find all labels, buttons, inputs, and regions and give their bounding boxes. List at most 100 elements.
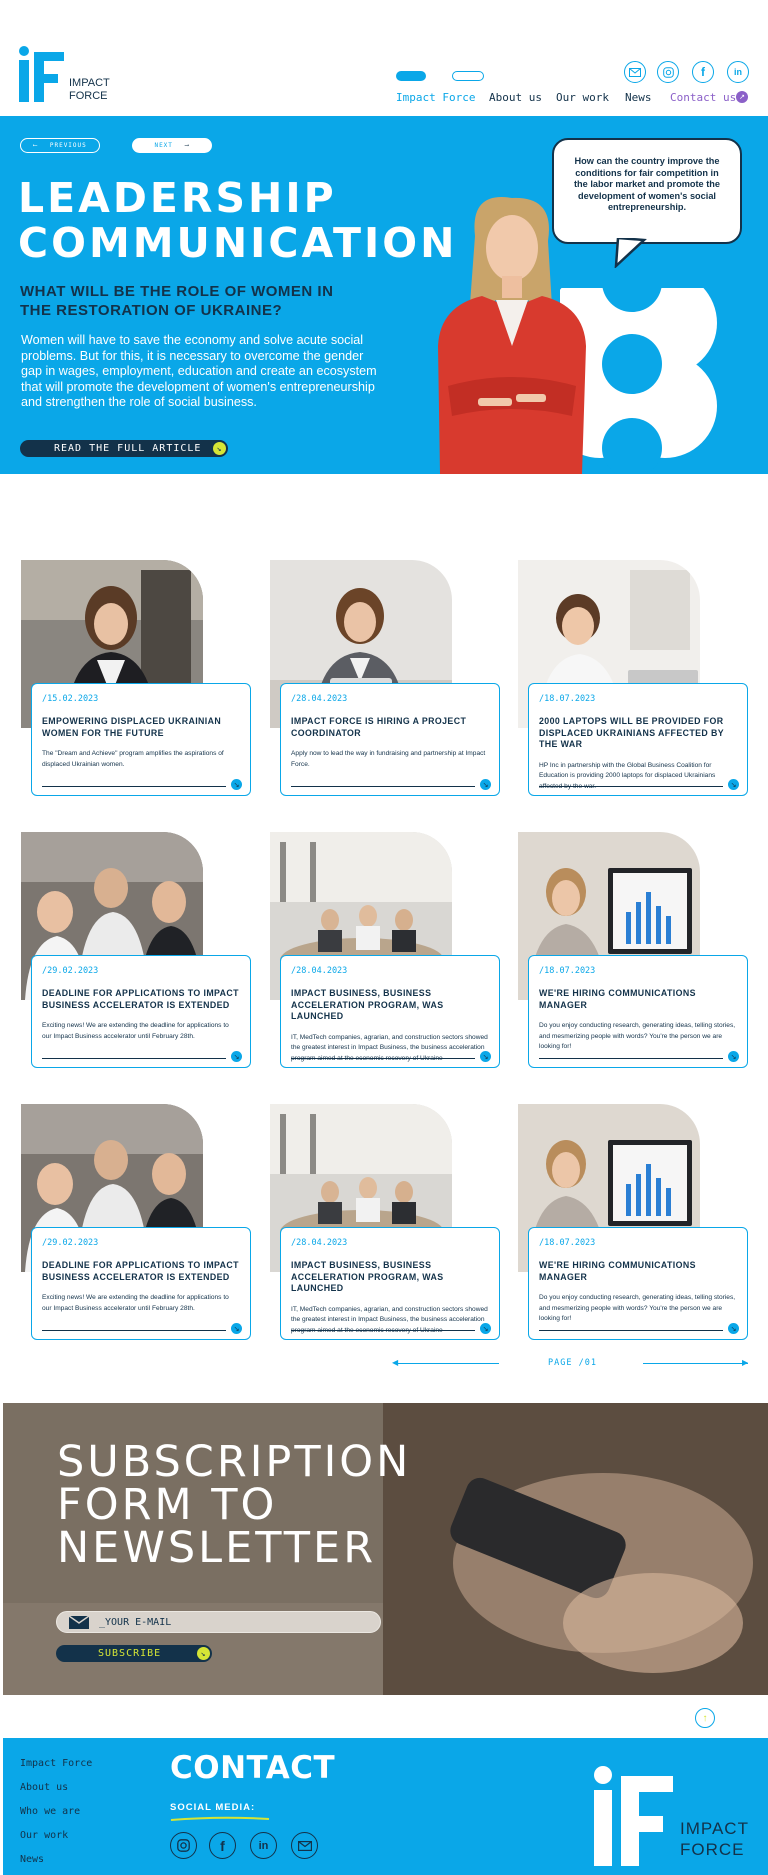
pagination-next-arrow[interactable] — [643, 1363, 748, 1364]
footer-link-news[interactable]: News — [20, 1854, 44, 1865]
pagination-prev-arrow[interactable] — [394, 1363, 499, 1364]
newsletter-title: SUBSCRIPTION FORM TO NEWSLETTER — [57, 1441, 411, 1570]
arrow-icon[interactable]: ↘ — [728, 1323, 739, 1334]
news-title[interactable]: IMPACT BUSINESS, BUSINESS ACCELERATION P… — [291, 1260, 489, 1295]
footer-logo[interactable] — [593, 1766, 675, 1866]
instagram-icon[interactable] — [657, 61, 679, 83]
news-card-body: /15.02.2023 EMPOWERING DISPLACED UKRAINI… — [31, 683, 251, 796]
news-date: /28.04.2023 — [291, 966, 348, 976]
divider — [539, 1058, 723, 1059]
bubble-tail — [614, 238, 647, 268]
divider — [539, 786, 723, 787]
news-title[interactable]: WE'RE HIRING COMMUNICATIONS MANAGER — [539, 988, 737, 1011]
news-title[interactable]: DEADLINE FOR APPLICATIONS TO IMPACT BUSI… — [42, 1260, 240, 1283]
hero-text: Women will have to save the economy and … — [21, 333, 377, 410]
read-full-article-label: READ THE FULL ARTICLE — [54, 443, 202, 454]
impact-force-logo[interactable] — [18, 46, 66, 102]
news-card[interactable]: /18.07.2023 WE'RE HIRING COMMUNICATIONS … — [518, 832, 748, 1102]
mail-icon[interactable] — [624, 61, 646, 83]
news-title[interactable]: DEADLINE FOR APPLICATIONS TO IMPACT BUSI… — [42, 988, 240, 1011]
arrow-icon[interactable]: ↘ — [231, 779, 242, 790]
nav-about-us[interactable]: About us — [489, 91, 542, 104]
news-card-body: /28.04.2023 IMPACT BUSINESS, BUSINESS AC… — [280, 1227, 500, 1340]
arrow-icon[interactable]: ↘ — [231, 1051, 242, 1062]
news-title[interactable]: WE'RE HIRING COMMUNICATIONS MANAGER — [539, 1260, 737, 1283]
arrow-icon[interactable]: ↘ — [728, 779, 739, 790]
news-date: /18.07.2023 — [539, 1238, 596, 1248]
newsletter-title-line-2: FORM TO — [57, 1480, 278, 1530]
subscribe-button[interactable]: SUBSCRIBE ↘ — [56, 1645, 212, 1662]
news-date: /28.04.2023 — [291, 694, 348, 704]
news-card[interactable]: /29.02.2023 DEADLINE FOR APPLICATIONS TO… — [21, 1104, 251, 1374]
hero-title-line-1: LEADERSHIP — [18, 174, 337, 222]
instagram-icon[interactable] — [170, 1832, 197, 1859]
news-card-body: /29.02.2023 DEADLINE FOR APPLICATIONS TO… — [31, 955, 251, 1068]
news-card[interactable]: /18.07.2023 2000 LAPTOPS WILL BE PROVIDE… — [518, 560, 748, 830]
nav-our-work[interactable]: Our work — [556, 91, 609, 104]
hero-title: LEADERSHIP COMMUNICATION — [18, 176, 457, 266]
site-footer: Impact Force About us Who we are Our wor… — [3, 1738, 768, 1875]
arrow-right-icon[interactable]: ▶ — [742, 1358, 748, 1367]
arrow-icon[interactable]: ↘ — [480, 1323, 491, 1334]
email-field[interactable]: _YOUR E-MAIL — [56, 1611, 381, 1633]
news-title[interactable]: 2000 LAPTOPS WILL BE PROVIDED FOR DISPLA… — [539, 716, 737, 751]
divider — [291, 786, 475, 787]
news-card[interactable]: /15.02.2023 EMPOWERING DISPLACED UKRAINI… — [21, 560, 251, 830]
news-card[interactable]: /28.04.2023 IMPACT FORCE IS HIRING A PRO… — [270, 560, 500, 830]
footer-link-impact-force[interactable]: Impact Force — [20, 1758, 92, 1769]
news-title[interactable]: IMPACT BUSINESS, BUSINESS ACCELERATION P… — [291, 988, 489, 1023]
read-full-article-button[interactable]: READ THE FULL ARTICLE ↘ — [20, 440, 228, 457]
newsletter-section: SUBSCRIPTION FORM TO NEWSLETTER _YOUR E-… — [3, 1403, 768, 1695]
facebook-icon[interactable]: f — [209, 1832, 236, 1859]
footer-logo-line-2: FORCE — [680, 1840, 745, 1859]
news-date: /18.07.2023 — [539, 966, 596, 976]
news-date: /18.07.2023 — [539, 694, 596, 704]
arrow-icon[interactable]: ↘ — [728, 1051, 739, 1062]
nav-impact-force[interactable]: Impact Force — [396, 91, 475, 104]
language-toggle-active[interactable] — [396, 71, 426, 81]
scroll-to-top-button[interactable]: ↑ — [695, 1708, 715, 1728]
next-label: NEXT — [154, 142, 173, 149]
divider — [42, 1330, 226, 1331]
language-toggle[interactable] — [452, 71, 484, 81]
arrow-icon[interactable]: ↘ — [480, 779, 491, 790]
footer-link-our-work[interactable]: Our work — [20, 1830, 68, 1841]
arrow-icon[interactable]: ↘ — [231, 1323, 242, 1334]
linkedin-icon[interactable]: in — [727, 61, 749, 83]
footer-logo-line-1: IMPACT — [680, 1819, 749, 1838]
mail-icon[interactable] — [291, 1832, 318, 1859]
news-card[interactable]: /18.07.2023 WE'RE HIRING COMMUNICATIONS … — [518, 1104, 748, 1374]
hero-subtitle: WHAT WILL BE THE ROLE OF WOMEN IN THE RE… — [20, 283, 334, 319]
linkedin-icon[interactable]: in — [250, 1832, 277, 1859]
previous-label: PREVIOUS — [49, 142, 87, 149]
news-card[interactable]: /28.04.2023 IMPACT BUSINESS, BUSINESS AC… — [270, 1104, 500, 1374]
divider — [42, 786, 226, 787]
news-title[interactable]: EMPOWERING DISPLACED UKRAINIAN WOMEN FOR… — [42, 716, 240, 739]
news-card[interactable]: /28.04.2023 IMPACT BUSINESS, BUSINESS AC… — [270, 832, 500, 1102]
logo-line-1: IMPACT — [69, 77, 110, 89]
arrow-icon[interactable]: ↘ — [480, 1051, 491, 1062]
news-card-body: /18.07.2023 WE'RE HIRING COMMUNICATIONS … — [528, 955, 748, 1068]
news-date: /28.04.2023 — [291, 1238, 348, 1248]
news-description: HP Inc in partnership with the Global Bu… — [539, 761, 716, 790]
hero-title-line-2: COMMUNICATION — [18, 219, 458, 267]
facebook-icon[interactable]: f — [692, 61, 714, 83]
previous-button[interactable]: ⟵ PREVIOUS — [20, 138, 100, 153]
subscribe-label: SUBSCRIBE — [98, 1648, 162, 1659]
news-card-body: /18.07.2023 2000 LAPTOPS WILL BE PROVIDE… — [528, 683, 748, 796]
arrow-icon[interactable]: ↗ — [736, 91, 748, 103]
email-placeholder: _YOUR E-MAIL — [99, 1616, 172, 1628]
newsletter-title-line-1: SUBSCRIPTION — [57, 1437, 412, 1487]
newsletter-title-line-3: NEWSLETTER — [57, 1523, 377, 1573]
news-card[interactable]: /29.02.2023 DEADLINE FOR APPLICATIONS TO… — [21, 832, 251, 1102]
news-description: Do you enjoy conducting research, genera… — [539, 1294, 736, 1322]
divider — [291, 1058, 475, 1059]
contact-heading: CONTACT — [170, 1750, 336, 1786]
nav-contact-us[interactable]: Contact us — [670, 91, 736, 104]
next-button[interactable]: NEXT ⟶ — [132, 138, 212, 153]
arrow-left-icon[interactable]: ◀ — [392, 1358, 398, 1367]
footer-link-who-we-are[interactable]: Who we are — [20, 1806, 80, 1817]
nav-news[interactable]: News — [625, 91, 652, 104]
footer-link-about-us[interactable]: About us — [20, 1782, 68, 1793]
news-title[interactable]: IMPACT FORCE IS HIRING A PROJECT COORDIN… — [291, 716, 489, 739]
